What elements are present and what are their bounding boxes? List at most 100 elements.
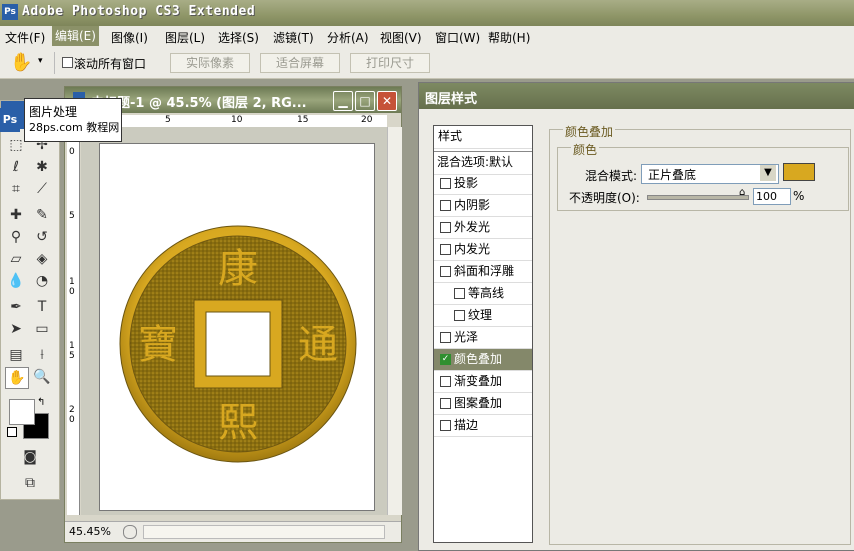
checkbox[interactable] xyxy=(454,288,465,299)
checkbox[interactable] xyxy=(440,332,451,343)
menu-analysis[interactable]: 分析(A) xyxy=(324,29,372,46)
type-tool-icon[interactable]: T xyxy=(31,297,53,317)
checkbox[interactable] xyxy=(440,376,451,387)
history-brush-icon[interactable]: ↺ xyxy=(31,227,53,247)
checkbox[interactable] xyxy=(440,420,451,431)
ruler-label: 15 xyxy=(297,115,309,125)
menu-file[interactable]: 文件(F) xyxy=(2,29,48,46)
photoshop-icon: Ps xyxy=(2,4,18,20)
checkbox[interactable] xyxy=(440,266,451,277)
app-title: Adobe Photoshop CS3 Extended xyxy=(22,4,256,19)
ruler-label: 2 0 xyxy=(69,405,75,425)
style-list-header[interactable]: 样式 xyxy=(434,126,532,149)
checkbox[interactable] xyxy=(440,244,451,255)
layer-style-dialog: 图层样式 样式 混合选项:默认 投影 内阴影 外发光 内发光 斜面和浮雕 等高线… xyxy=(418,82,854,551)
hand-tool-icon[interactable]: ✋ xyxy=(10,52,32,73)
healing-brush-icon[interactable]: ✚ xyxy=(5,205,27,225)
menu-view[interactable]: 视图(V) xyxy=(377,29,425,46)
dialog-title-bar[interactable]: 图层样式 xyxy=(419,83,854,109)
foreground-color-swatch[interactable] xyxy=(9,399,35,425)
quick-mask-icon[interactable]: ◙ xyxy=(19,447,41,467)
ruler-label: 10 xyxy=(231,115,243,125)
style-item-inner-glow[interactable]: 内发光 xyxy=(434,239,532,261)
horizontal-scrollbar[interactable] xyxy=(143,525,385,539)
default-colors-icon[interactable] xyxy=(7,427,17,437)
style-item-drop-shadow[interactable]: 投影 xyxy=(434,173,532,195)
checkbox[interactable] xyxy=(440,178,451,189)
actual-pixels-button[interactable]: 实际像素 xyxy=(170,53,250,73)
menu-bar: 文件(F) 编辑(E) 图像(I) 图层(L) 选择(S) 滤镜(T) 分析(A… xyxy=(0,26,854,49)
eraser-tool-icon[interactable]: ▱ xyxy=(5,249,27,269)
lasso-tool-icon[interactable]: ℓ xyxy=(5,157,27,177)
checkbox[interactable] xyxy=(440,398,451,409)
shape-tool-icon[interactable]: ▭ xyxy=(31,319,53,339)
fit-screen-button[interactable]: 适合屏幕 xyxy=(260,53,340,73)
canvas-area[interactable]: 康 通 熙 寶 xyxy=(81,127,387,515)
style-item-color-overlay[interactable]: ✓ 颜色叠加 xyxy=(434,349,532,371)
path-select-icon[interactable]: ➤ xyxy=(5,319,27,339)
opacity-slider-thumb[interactable]: ⌂ xyxy=(739,187,745,198)
document-window: 未标题-1 @ 45.5% (图层 2, RG... ▁ □ ✕ 0 5 10 … xyxy=(64,86,402,543)
style-list: 样式 混合选项:默认 投影 内阴影 外发光 内发光 斜面和浮雕 等高线 纹理 光… xyxy=(433,125,533,543)
close-button[interactable]: ✕ xyxy=(377,91,397,111)
style-item-inner-shadow[interactable]: 内阴影 xyxy=(434,195,532,217)
notes-tool-icon[interactable]: ▤ xyxy=(5,345,27,365)
eyedropper-icon[interactable]: ⟊ xyxy=(31,345,53,365)
style-item-outer-glow[interactable]: 外发光 xyxy=(434,217,532,239)
menu-filter[interactable]: 滤镜(T) xyxy=(270,29,317,46)
hand-tool-active-icon[interactable]: ✋ xyxy=(5,367,29,389)
brush-tool-icon[interactable]: ✎ xyxy=(31,205,53,225)
chevron-down-icon[interactable]: ▾ xyxy=(38,56,43,66)
blend-options-item[interactable]: 混合选项:默认 xyxy=(434,151,532,175)
style-item-satin[interactable]: 光泽 xyxy=(434,327,532,349)
menu-help[interactable]: 帮助(H) xyxy=(485,29,533,46)
screen-mode-icon[interactable]: ⧉ xyxy=(19,473,41,493)
watermark-line1: 图片处理 xyxy=(29,105,78,119)
menu-edit[interactable]: 编辑(E) xyxy=(52,26,99,46)
coin-char-left: 寶 xyxy=(138,322,178,368)
paint-bucket-icon[interactable]: ◈ xyxy=(31,249,53,269)
menu-layer[interactable]: 图层(L) xyxy=(162,29,208,46)
checkbox[interactable] xyxy=(440,200,451,211)
menu-image[interactable]: 图像(I) xyxy=(108,29,151,46)
minimize-button[interactable]: ▁ xyxy=(333,91,353,111)
swap-colors-icon[interactable]: ↰ xyxy=(37,397,45,408)
vertical-scrollbar[interactable] xyxy=(387,127,402,515)
checkbox[interactable] xyxy=(454,310,465,321)
maximize-button[interactable]: □ xyxy=(355,91,375,111)
status-bar: 45.45% xyxy=(65,521,401,542)
overlay-color-swatch[interactable] xyxy=(783,163,815,181)
chevron-down-icon[interactable]: ▼ xyxy=(760,165,776,181)
menu-window[interactable]: 窗口(W) xyxy=(432,29,483,46)
dodge-tool-icon[interactable]: ◔ xyxy=(31,271,53,291)
watermark-box: 图片处理 28ps.com 教程网 xyxy=(24,98,122,142)
style-item-stroke[interactable]: 描边 xyxy=(434,415,532,437)
style-item-gradient-overlay[interactable]: 渐变叠加 xyxy=(434,371,532,393)
blur-tool-icon[interactable]: 💧 xyxy=(5,271,27,291)
print-size-button[interactable]: 打印尺寸 xyxy=(350,53,430,73)
menu-select[interactable]: 选择(S) xyxy=(215,29,262,46)
zoom-level[interactable]: 45.45% xyxy=(69,525,111,538)
style-item-bevel-emboss[interactable]: 斜面和浮雕 xyxy=(434,261,532,283)
style-item-pattern-overlay[interactable]: 图案叠加 xyxy=(434,393,532,415)
opacity-input[interactable]: 100 xyxy=(753,188,791,205)
options-bar: ✋ ▾ 滚动所有窗口 实际像素 适合屏幕 打印尺寸 xyxy=(0,48,854,79)
pen-tool-icon[interactable]: ✒ xyxy=(5,297,27,317)
blend-mode-select[interactable]: 正片叠底 ▼ xyxy=(641,164,779,184)
magic-wand-icon[interactable]: ✱ xyxy=(31,157,53,177)
canvas-paper[interactable]: 康 通 熙 寶 xyxy=(99,143,375,511)
style-item-contour[interactable]: 等高线 xyxy=(434,283,532,305)
vertical-ruler: 0 5 1 0 1 5 2 0 xyxy=(67,127,80,515)
zoom-tool-icon[interactable]: 🔍 xyxy=(31,367,53,387)
clone-stamp-icon[interactable]: ⚲ xyxy=(5,227,27,247)
style-item-texture[interactable]: 纹理 xyxy=(434,305,532,327)
status-menu-icon[interactable] xyxy=(123,525,137,539)
scroll-all-checkbox[interactable] xyxy=(62,57,73,68)
opacity-slider-track[interactable] xyxy=(647,195,749,200)
checkbox[interactable] xyxy=(440,222,451,233)
slice-tool-icon[interactable]: ⟋ xyxy=(31,179,53,199)
crop-tool-icon[interactable]: ⌗ xyxy=(5,179,27,199)
checkbox-checked[interactable]: ✓ xyxy=(440,354,451,365)
coin-char-top: 康 xyxy=(218,246,258,292)
ruler-label: 5 xyxy=(69,211,75,221)
